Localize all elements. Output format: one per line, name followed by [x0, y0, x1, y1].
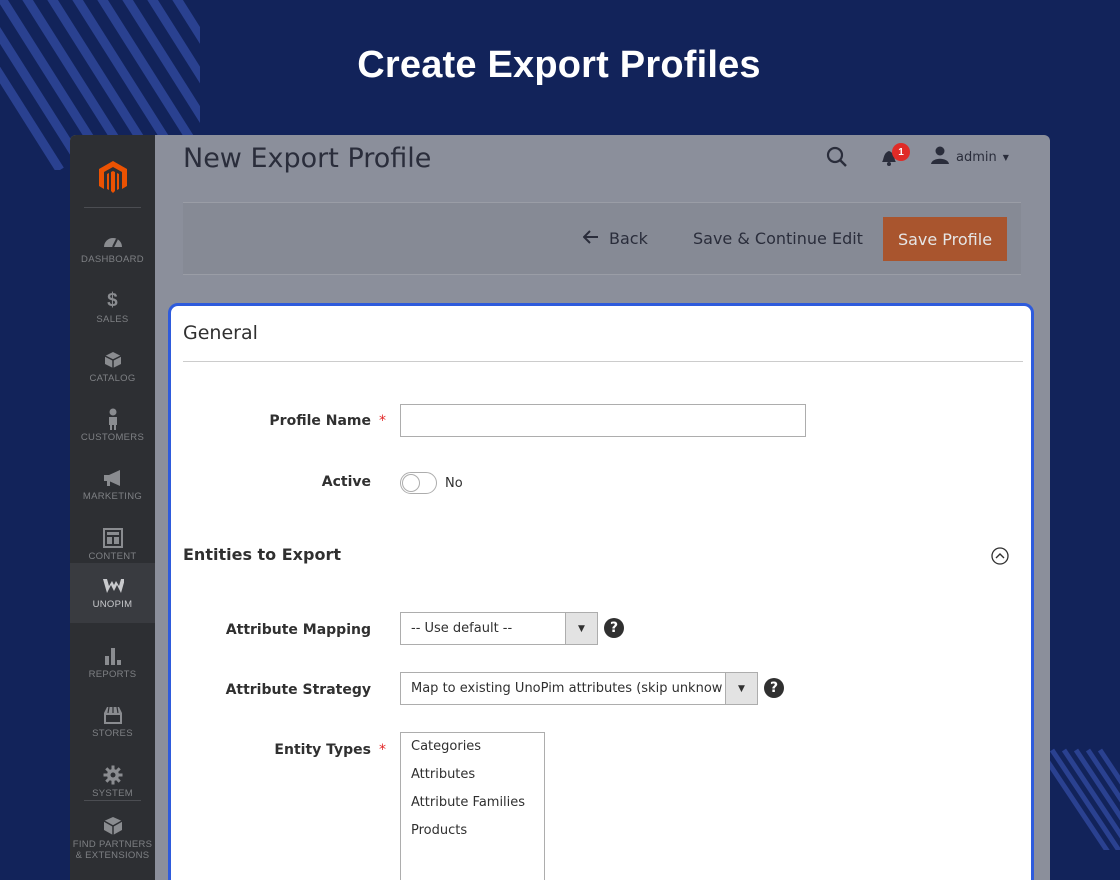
sidebar-item-catalog[interactable]: Catalog	[70, 337, 155, 397]
gear-icon	[102, 765, 124, 785]
entity-type-option[interactable]: Products	[401, 823, 544, 851]
entity-type-option[interactable]: Attributes	[401, 767, 544, 795]
cube-icon	[102, 350, 124, 370]
required-asterisk: *	[379, 413, 386, 429]
toggle-knob	[402, 474, 420, 492]
admin-user-menu[interactable]: admin ▼	[930, 146, 1009, 168]
general-form-card: General Profile Name * Active No Entitie…	[168, 303, 1034, 880]
sidebar-item-label: Content	[88, 551, 137, 562]
sidebar-item-dashboard[interactable]: Dashboard	[70, 218, 155, 278]
sidebar-item-sales[interactable]: $ Sales	[70, 278, 155, 338]
chevron-up-circle-icon[interactable]	[990, 546, 1010, 566]
section-title: General	[183, 322, 258, 344]
sidebar-divider	[84, 800, 141, 801]
box-icon	[102, 816, 124, 836]
chevron-down-icon: ▼	[725, 673, 757, 704]
user-icon	[930, 146, 950, 168]
sidebar-item-label: Reports	[88, 669, 137, 680]
entity-types-multiselect[interactable]: Categories Attributes Attribute Families…	[400, 732, 545, 880]
layout-icon	[102, 528, 124, 548]
attribute-mapping-value: -- Use default --	[411, 621, 513, 636]
sidebar: Dashboard $ Sales Catalog Customers Mark…	[70, 135, 155, 880]
arrow-left-icon	[582, 229, 599, 248]
entity-type-option[interactable]: Categories	[401, 739, 544, 767]
entity-type-option[interactable]: Attribute Families	[401, 795, 544, 823]
profile-name-input[interactable]	[400, 404, 806, 437]
admin-username: admin	[956, 149, 997, 165]
active-label: Active	[321, 474, 371, 490]
bar-chart-icon	[102, 646, 124, 666]
attribute-strategy-label: Attribute Strategy	[225, 682, 371, 698]
save-profile-button[interactable]: Save Profile	[883, 217, 1007, 261]
entities-section-title[interactable]: Entities to Export	[183, 545, 341, 564]
sidebar-item-label: & Extensions	[75, 849, 150, 861]
attribute-strategy-select[interactable]: Map to existing UnoPim attributes (skip …	[400, 672, 758, 705]
required-asterisk: *	[379, 742, 386, 758]
back-button[interactable]: Back	[582, 229, 648, 248]
chevron-down-icon: ▼	[1002, 152, 1009, 162]
help-icon[interactable]: ?	[604, 618, 624, 638]
sidebar-item-unopim[interactable]: UnoPim	[70, 563, 155, 623]
section-divider	[183, 361, 1023, 362]
sidebar-item-find-partners[interactable]: Find Partners & Extensions	[70, 803, 155, 873]
person-icon	[102, 408, 124, 430]
page-actions-bar: Back Save & Continue Edit Save Profile	[183, 202, 1021, 275]
notification-badge: 1	[892, 143, 910, 161]
attribute-mapping-label: Attribute Mapping	[225, 622, 371, 638]
attribute-strategy-value: Map to existing UnoPim attributes (skip …	[411, 681, 723, 696]
megaphone-icon	[102, 468, 124, 488]
sidebar-item-reports[interactable]: Reports	[70, 633, 155, 693]
page-title: New Export Profile	[183, 143, 432, 174]
chevron-down-icon: ▼	[565, 613, 597, 644]
sidebar-item-label: Sales	[96, 314, 129, 325]
active-toggle[interactable]	[400, 472, 437, 494]
active-toggle-value: No	[445, 476, 463, 491]
unopim-logo-icon	[102, 576, 124, 596]
dollar-icon: $	[107, 290, 118, 311]
hero-title: Create Export Profiles	[357, 44, 761, 86]
sidebar-item-marketing[interactable]: Marketing	[70, 455, 155, 515]
store-icon	[102, 705, 124, 725]
entity-types-label: Entity Types	[274, 742, 371, 758]
decorative-stripes	[1040, 740, 1120, 850]
back-label: Back	[609, 229, 648, 248]
sidebar-item-label: Catalog	[89, 373, 136, 384]
profile-name-label: Profile Name	[269, 413, 371, 429]
sidebar-divider	[84, 207, 141, 208]
sidebar-item-label: UnoPim	[92, 599, 133, 610]
help-icon[interactable]: ?	[764, 678, 784, 698]
save-continue-button[interactable]: Save & Continue Edit	[693, 229, 863, 248]
sidebar-item-stores[interactable]: Stores	[70, 692, 155, 752]
dashboard-icon	[102, 231, 124, 251]
sidebar-item-label: Stores	[92, 728, 133, 739]
search-icon[interactable]	[825, 145, 849, 169]
sidebar-item-label: Find Partners	[72, 838, 153, 850]
magento-logo-icon[interactable]	[70, 147, 155, 207]
sidebar-item-label: System	[92, 788, 133, 799]
sidebar-item-label: Customers	[80, 432, 145, 443]
sidebar-item-label: Marketing	[82, 491, 143, 502]
attribute-mapping-select[interactable]: -- Use default -- ▼	[400, 612, 598, 645]
sidebar-item-label: Dashboard	[81, 254, 144, 265]
sidebar-item-customers[interactable]: Customers	[70, 396, 155, 456]
